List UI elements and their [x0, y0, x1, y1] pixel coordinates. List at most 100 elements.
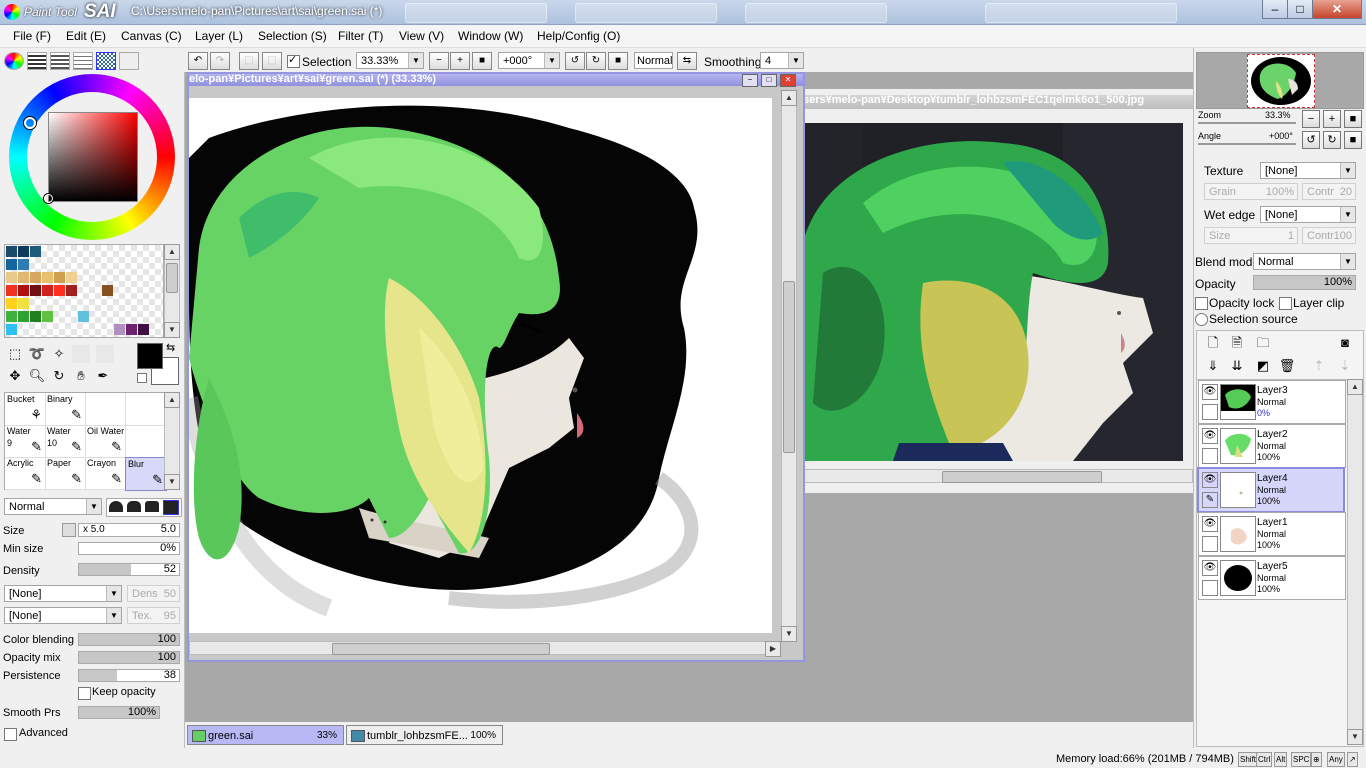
rect-select-icon[interactable]: ⬚ [6, 345, 24, 363]
foreground-color[interactable] [137, 343, 163, 369]
opacity-lock-checkbox[interactable] [1195, 297, 1208, 310]
menu-filter[interactable]: Filter (T) [338, 29, 383, 43]
redo-icon[interactable]: ↷ [210, 52, 230, 70]
color-swatch[interactable] [30, 246, 41, 257]
menu-layer[interactable]: Layer (L) [195, 29, 243, 43]
layer-texture-select[interactable]: [None] ▼ [1260, 162, 1356, 179]
eye-icon[interactable]: 👁︎ [1202, 428, 1218, 444]
brush-slot[interactable]: Water 9 ✎ [5, 425, 46, 458]
color-swatch[interactable] [138, 324, 149, 335]
brush-texture2-select[interactable]: [None] ▼ [4, 607, 122, 624]
min-size-slider[interactable]: 0% [78, 542, 180, 555]
brush-slot[interactable]: Blur ✎ [125, 457, 167, 491]
wet-edge-select[interactable]: [None] ▼ [1260, 206, 1356, 223]
scrollbar-thumb[interactable] [166, 263, 178, 293]
scroll-down-icon[interactable]: ▼ [164, 322, 180, 338]
hue-marker[interactable] [24, 117, 36, 129]
swatches-scrollbar[interactable]: ▲ ▼ [164, 244, 180, 338]
color-swatch[interactable] [6, 272, 17, 283]
persistence-slider[interactable]: 38 [78, 669, 180, 682]
eye-icon[interactable]: 👁︎ [1202, 384, 1218, 400]
navigator-viewport[interactable] [1247, 54, 1315, 108]
brush-shape-icon[interactable] [145, 501, 159, 512]
eyedropper-icon[interactable]: ✒ [94, 367, 112, 385]
eye-icon[interactable]: 👁︎ [1202, 516, 1218, 532]
merge-down-icon[interactable]: ⇊ [1228, 357, 1246, 375]
scrollbar-thumb[interactable] [783, 281, 795, 453]
color-swatch[interactable] [6, 285, 17, 296]
color-wheel-mode-icon[interactable] [4, 52, 24, 70]
view-blend-select[interactable]: Normal [634, 52, 673, 69]
brush-shape-icon[interactable] [109, 501, 123, 512]
color-swatch[interactable] [30, 272, 41, 283]
color-swatch[interactable] [6, 324, 17, 335]
layer-row[interactable]: 👁︎ Layer5 Normal 100% [1198, 556, 1346, 600]
color-swatch[interactable] [126, 324, 137, 335]
mixer-mode-icon[interactable] [73, 52, 93, 70]
nav-rotate-right-icon[interactable]: ↻ [1323, 131, 1341, 149]
color-swatch[interactable] [42, 285, 53, 296]
rotate-icon[interactable]: ↻ [50, 367, 68, 385]
menu-help-config[interactable]: Help/Config (O) [537, 29, 620, 43]
minimize-button[interactable]: – [1262, 0, 1288, 19]
color-swatch[interactable] [18, 246, 29, 257]
layer-list-scrollbar[interactable]: ▲ ▼ [1347, 379, 1363, 745]
color-swatches[interactable] [4, 244, 164, 338]
sv-marker[interactable] [44, 194, 53, 203]
color-swatch[interactable] [6, 298, 17, 309]
layer-row[interactable]: 👁︎ Layer2 Normal 100% [1198, 424, 1346, 468]
selection-source-radio[interactable] [1195, 313, 1208, 326]
scrollbar-thumb[interactable] [332, 643, 550, 655]
color-swatch[interactable] [18, 272, 29, 283]
edit-lock-icon[interactable] [1202, 448, 1218, 464]
eye-icon[interactable]: 👁︎ [1202, 472, 1218, 488]
menu-edit[interactable]: Edit (E) [66, 29, 106, 43]
saturation-value-square[interactable] [48, 112, 138, 202]
doc-tab-green[interactable]: green.sai 33% [187, 725, 344, 745]
color-swatch[interactable] [18, 259, 29, 270]
edit-lock-icon[interactable] [1202, 404, 1218, 420]
brush-grid-scrollbar[interactable]: ▲ ▼ [164, 392, 180, 490]
doc-tab-tumblr[interactable]: tumblr_lohbzsmFE... 100% [346, 725, 503, 745]
size-multiplier-toggle[interactable] [62, 523, 76, 537]
smooth-prs-slider[interactable]: 100% [78, 706, 160, 719]
color-swatch[interactable] [66, 285, 77, 296]
angle-slider[interactable] [1198, 143, 1296, 145]
brush-slot[interactable]: Paper ✎ [45, 457, 86, 490]
brush-shape-icon[interactable] [163, 500, 179, 515]
layer-opacity-slider[interactable]: 100% [1253, 275, 1356, 290]
brush-shape-selector[interactable] [106, 498, 182, 517]
color-swatch[interactable] [78, 311, 89, 322]
color-swatch[interactable] [42, 311, 53, 322]
scroll-down-icon[interactable]: ▼ [164, 474, 180, 490]
hsv-sliders-mode-icon[interactable] [50, 52, 70, 70]
new-linework-layer-icon[interactable]: 🗎︎ [1228, 334, 1246, 352]
magic-wand-icon[interactable]: ✧ [50, 345, 68, 363]
nav-rotate-reset-icon[interactable]: ■ [1344, 131, 1362, 149]
edit-lock-icon[interactable] [1202, 580, 1218, 596]
scroll-up-icon[interactable]: ▲ [1347, 379, 1363, 395]
swatches-mode-icon[interactable] [96, 52, 116, 70]
scroll-down-icon[interactable]: ▼ [1347, 729, 1363, 745]
zoom-select[interactable]: 33.33% ▼ [356, 52, 424, 69]
scroll-up-icon[interactable]: ▲ [781, 90, 797, 106]
rotate-left-icon[interactable]: ↺ [565, 52, 585, 70]
layer-mask-icon[interactable]: ◙ [1336, 334, 1354, 352]
color-swatch[interactable] [42, 272, 53, 283]
rotate-right-icon[interactable]: ↻ [586, 52, 606, 70]
new-layer-icon[interactable]: 🗋︎ [1204, 334, 1222, 352]
hand-icon[interactable]: ✋︎ [72, 367, 90, 385]
reference-horizontal-scrollbar[interactable] [801, 469, 1193, 483]
size-slider[interactable]: x 5.0 5.0 [78, 523, 180, 537]
move-icon[interactable]: ✥ [6, 367, 24, 385]
zoom-slider[interactable] [1198, 122, 1296, 124]
color-swatch[interactable] [102, 285, 113, 296]
brush-shape-icon[interactable] [127, 501, 141, 512]
flip-horizontal-icon[interactable]: ⇆ [677, 52, 697, 70]
menu-selection[interactable]: Selection (S) [258, 29, 327, 43]
brush-slot[interactable]: Water 10 ✎ [45, 425, 86, 458]
trash-icon[interactable]: 🗑︎ [1278, 357, 1296, 375]
scrollbar-thumb[interactable] [942, 471, 1102, 483]
color-swatch[interactable] [66, 272, 77, 283]
opacity-mix-slider[interactable]: 100 [78, 651, 180, 664]
